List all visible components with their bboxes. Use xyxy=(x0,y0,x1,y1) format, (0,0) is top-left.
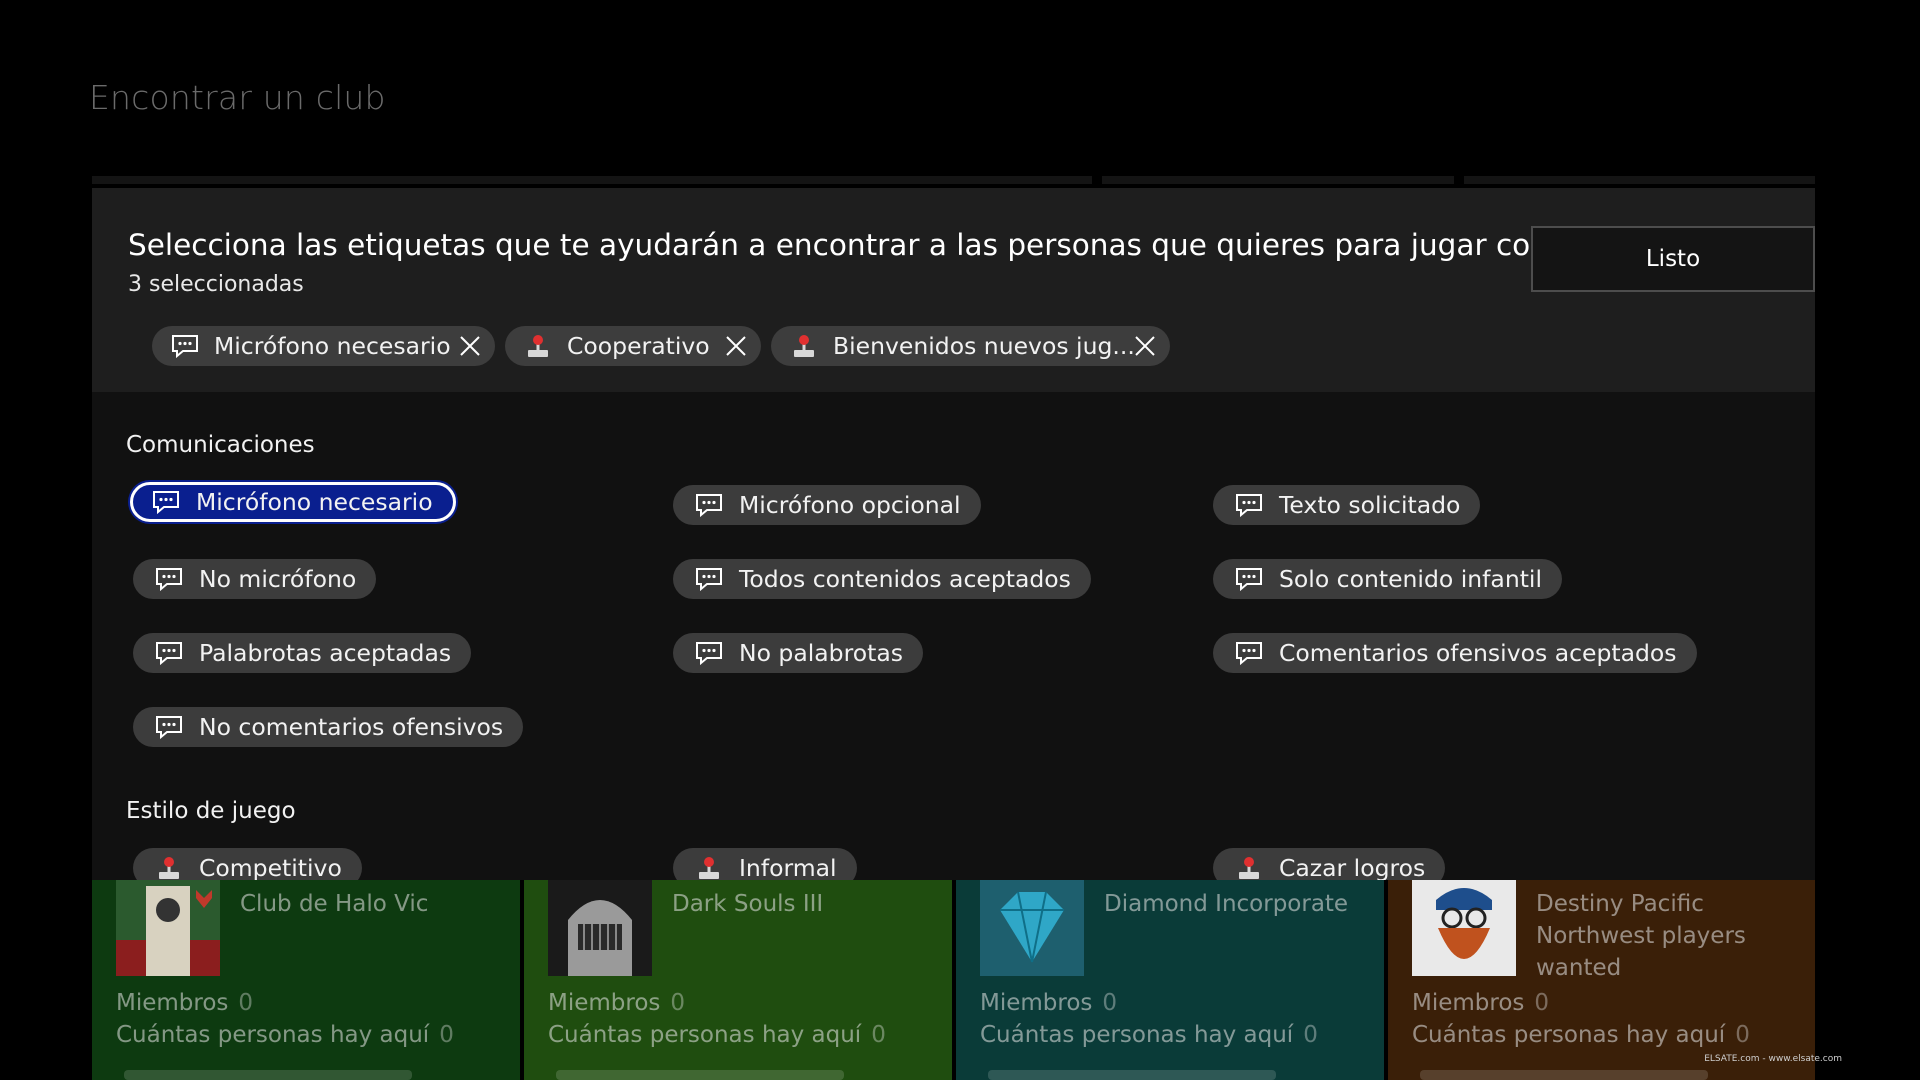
club-name: Dark Souls III xyxy=(672,891,824,917)
tag-picker-dialog: Selecciona las etiquetas que te ayudarán… xyxy=(92,188,1815,880)
tag-label: Palabrotas aceptadas xyxy=(199,639,452,667)
chat-bubble-icon xyxy=(1235,493,1263,517)
club-card[interactable]: Club de Halo Vic Miembros 0 Cuántas perso… xyxy=(92,880,520,1080)
tag-kids-only[interactable]: Solo contenido infantil xyxy=(1213,559,1562,599)
chat-bubble-icon xyxy=(155,715,183,739)
selected-chip[interactable]: Micrófono necesario xyxy=(152,326,495,366)
tag-casual[interactable]: Informal xyxy=(673,848,857,880)
chat-bubble-icon xyxy=(1235,641,1263,665)
chat-bubble-icon xyxy=(1235,567,1263,591)
tag-label: Cazar logros xyxy=(1279,854,1426,880)
joystick-icon xyxy=(695,856,723,880)
club-name: Destiny Pacific Northwest players wanted xyxy=(1536,891,1746,981)
section-title-play-style: Estilo de juego xyxy=(126,798,296,824)
close-icon[interactable] xyxy=(1134,335,1156,357)
club-avatar xyxy=(1412,880,1516,976)
chat-bubble-icon xyxy=(695,493,723,517)
selected-chip[interactable]: Bienvenidos nuevos jug... xyxy=(771,326,1170,366)
people-here-row: Cuántas personas hay aquí 0 xyxy=(980,1022,1318,1048)
card-button[interactable] xyxy=(1420,1070,1708,1080)
chat-bubble-icon xyxy=(155,641,183,665)
chat-bubble-icon xyxy=(170,333,200,359)
joystick-icon xyxy=(1235,856,1263,880)
tag-profanity-ok[interactable]: Palabrotas aceptadas xyxy=(133,633,472,673)
tag-label: Todos contenidos aceptados xyxy=(739,565,1071,593)
tag-no-mic[interactable]: No micrófono xyxy=(133,559,377,599)
page-title: Encontrar un club xyxy=(89,78,386,117)
club-card[interactable]: Dark Souls III Miembros 0 Cuántas persona… xyxy=(524,880,952,1080)
dialog-headline: Selecciona las etiquetas que te ayudarán… xyxy=(128,228,1617,262)
card-button[interactable] xyxy=(556,1070,844,1080)
tag-no-profanity[interactable]: No palabrotas xyxy=(673,633,923,673)
club-name: Diamond Incorporate xyxy=(1104,891,1349,917)
tag-no-offensive[interactable]: No comentarios ofensivos xyxy=(133,707,524,747)
card-button[interactable] xyxy=(124,1070,412,1080)
tag-label: Micrófono necesario xyxy=(196,488,433,516)
people-here-row: Cuántas personas hay aquí 0 xyxy=(1412,1022,1750,1048)
background-tabs xyxy=(92,176,1815,184)
people-here-row: Cuántas personas hay aquí 0 xyxy=(548,1022,886,1048)
tag-mic-optional[interactable]: Micrófono opcional xyxy=(673,485,981,525)
tag-label: Micrófono opcional xyxy=(739,491,961,519)
chip-label: Cooperativo xyxy=(567,332,710,360)
tag-competitive[interactable]: Competitivo xyxy=(133,848,362,880)
tag-label: No palabrotas xyxy=(739,639,903,667)
tag-mic-required[interactable]: Micrófono necesario xyxy=(130,482,456,522)
close-icon[interactable] xyxy=(725,335,747,357)
tag-label: No comentarios ofensivos xyxy=(199,713,504,741)
chip-label: Bienvenidos nuevos jug... xyxy=(833,332,1135,360)
members-row: Miembros 0 xyxy=(116,990,254,1016)
selected-chip[interactable]: Cooperativo xyxy=(505,326,761,366)
selected-count: 3 seleccionadas xyxy=(128,272,304,297)
close-icon[interactable] xyxy=(459,335,481,357)
chip-label: Micrófono necesario xyxy=(214,332,451,360)
tag-label: Solo contenido infantil xyxy=(1279,565,1542,593)
dialog-header: Selecciona las etiquetas que te ayudarán… xyxy=(92,188,1815,392)
tag-all-content[interactable]: Todos contenidos aceptados xyxy=(673,559,1091,599)
done-button[interactable]: Listo xyxy=(1531,226,1815,292)
club-card[interactable]: Diamond Incorporate Miembros 0 Cuántas pe… xyxy=(956,880,1384,1080)
club-card[interactable]: Destiny Pacific Northwest players wanted… xyxy=(1388,880,1815,1080)
chat-bubble-icon xyxy=(695,641,723,665)
tag-text-requested[interactable]: Texto solicitado xyxy=(1213,485,1481,525)
people-here-row: Cuántas personas hay aquí 0 xyxy=(116,1022,454,1048)
club-list: Club de Halo Vic Miembros 0 Cuántas perso… xyxy=(92,880,1815,1080)
section-title-communications: Comunicaciones xyxy=(126,432,315,458)
tag-label: No micrófono xyxy=(199,565,357,593)
chat-bubble-icon xyxy=(695,567,723,591)
diamond-icon xyxy=(980,880,1084,976)
members-row: Miembros 0 xyxy=(548,990,686,1016)
tag-label: Informal xyxy=(739,854,837,880)
tag-label: Comentarios ofensivos aceptados xyxy=(1279,639,1677,667)
tag-achievement-hunting[interactable]: Cazar logros xyxy=(1213,848,1446,880)
joystick-icon xyxy=(155,856,183,880)
members-row: Miembros 0 xyxy=(1412,990,1550,1016)
members-row: Miembros 0 xyxy=(980,990,1118,1016)
card-button[interactable] xyxy=(988,1070,1276,1080)
club-avatar xyxy=(116,880,220,976)
tag-offensive-ok[interactable]: Comentarios ofensivos aceptados xyxy=(1213,633,1697,673)
chat-bubble-icon xyxy=(155,567,183,591)
club-name: Club de Halo Vic xyxy=(240,891,429,917)
chat-bubble-icon xyxy=(152,490,180,514)
tag-label: Texto solicitado xyxy=(1279,491,1461,519)
joystick-icon xyxy=(789,333,819,359)
joystick-icon xyxy=(523,333,553,359)
club-avatar xyxy=(548,880,652,976)
watermark: ELSATE.com - www.elsate.com xyxy=(1704,1054,1842,1064)
tag-label: Competitivo xyxy=(199,854,342,880)
